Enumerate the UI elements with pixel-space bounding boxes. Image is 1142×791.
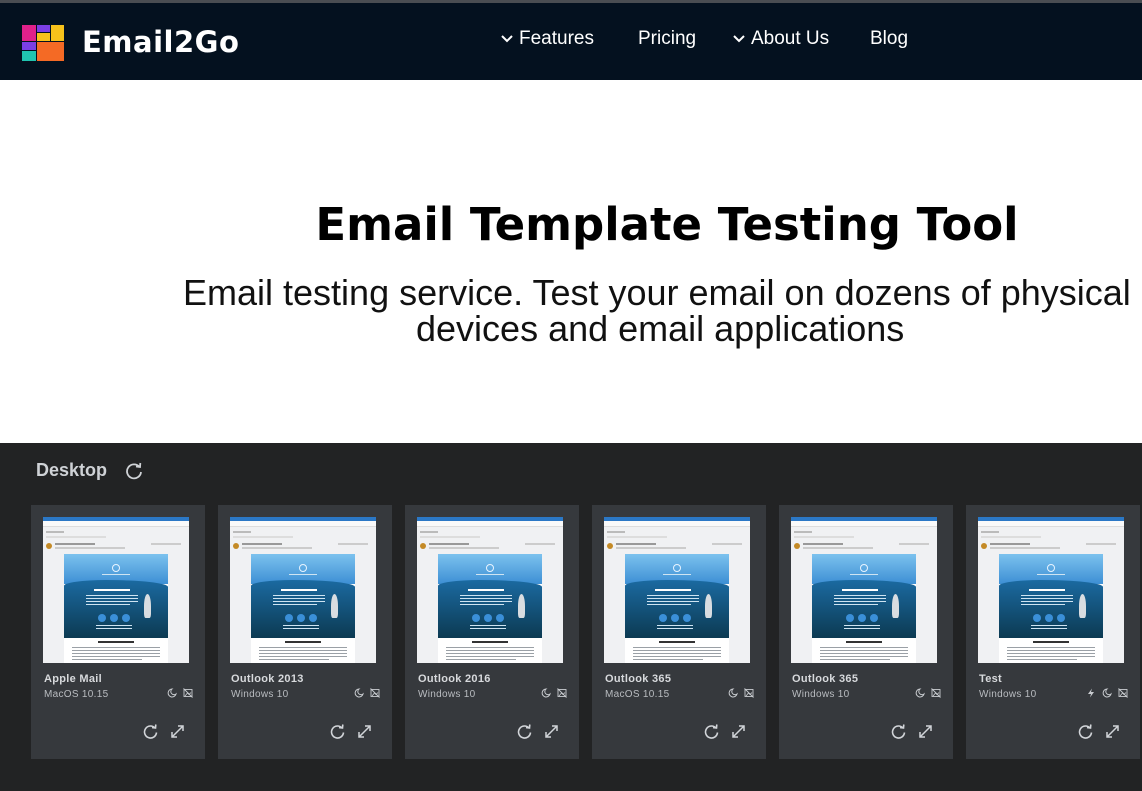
client-name: Outlook 365	[605, 673, 672, 685]
chevron-down-icon	[501, 35, 513, 43]
hero-subtitle: Email testing service. Test your email o…	[183, 275, 1142, 347]
email-preview-thumbnail[interactable]	[417, 517, 563, 663]
refresh-icon[interactable]	[142, 723, 159, 740]
expand-icon[interactable]	[1104, 723, 1121, 740]
no-image-icon	[744, 688, 754, 698]
no-image-icon	[1118, 688, 1128, 698]
panel-header: Desktop	[36, 460, 144, 481]
expand-icon[interactable]	[543, 723, 560, 740]
nav-features[interactable]: Features	[501, 28, 594, 50]
client-name: Test	[979, 673, 1003, 685]
email-preview-thumbnail[interactable]	[978, 517, 1124, 663]
client-card: Test Windows 10	[966, 505, 1140, 759]
client-feature-icons	[915, 688, 941, 698]
client-feature-icons	[1086, 688, 1128, 698]
expand-icon[interactable]	[917, 723, 934, 740]
refresh-icon[interactable]	[329, 723, 346, 740]
client-card: Outlook 2013 Windows 10	[218, 505, 392, 759]
client-os: Windows 10	[792, 689, 850, 700]
client-os: Windows 10	[418, 689, 476, 700]
nav-pricing[interactable]: Pricing	[638, 28, 696, 50]
client-os: MacOS 10.15	[44, 689, 109, 700]
hero-subtitle-line-1: Email testing service. Test your email o…	[183, 272, 1131, 313]
moon-icon	[167, 688, 177, 698]
refresh-icon[interactable]	[890, 723, 907, 740]
top-navbar: Email2Go Features Pricing About Us Blog	[0, 3, 1142, 80]
client-card: Outlook 365 MacOS 10.15	[592, 505, 766, 759]
moon-icon	[915, 688, 925, 698]
nav-features-label: Features	[519, 28, 594, 49]
email-preview-thumbnail[interactable]	[791, 517, 937, 663]
moon-icon	[541, 688, 551, 698]
lightning-icon	[1086, 688, 1096, 698]
expand-icon[interactable]	[169, 723, 186, 740]
moon-icon	[354, 688, 364, 698]
client-name: Outlook 2016	[418, 673, 491, 685]
client-card: Outlook 365 Windows 10	[779, 505, 953, 759]
client-card: Apple Mail MacOS 10.15	[31, 505, 205, 759]
nav-blog[interactable]: Blog	[870, 28, 908, 50]
nav-pricing-label: Pricing	[638, 28, 697, 49]
client-feature-icons	[167, 688, 193, 698]
client-name: Outlook 365	[792, 673, 859, 685]
desktop-preview-panel: Desktop Apple Mail MacOS 10.15 Outlook 201…	[0, 443, 1142, 791]
client-feature-icons	[728, 688, 754, 698]
nav-about-us[interactable]: About Us	[733, 28, 829, 50]
client-feature-icons	[354, 688, 380, 698]
client-name: Apple Mail	[44, 673, 103, 685]
expand-icon[interactable]	[356, 723, 373, 740]
no-image-icon	[557, 688, 567, 698]
brand-name[interactable]: Email2Go	[82, 25, 239, 59]
client-os: Windows 10	[979, 689, 1037, 700]
email-preview-thumbnail[interactable]	[230, 517, 376, 663]
refresh-icon[interactable]	[516, 723, 533, 740]
email-preview-thumbnail[interactable]	[604, 517, 750, 663]
expand-icon[interactable]	[730, 723, 747, 740]
nav-blog-label: Blog	[870, 28, 909, 49]
hero-subtitle-line-2: devices and email applications	[416, 308, 905, 349]
email-preview-thumbnail[interactable]	[43, 517, 189, 663]
client-os: MacOS 10.15	[605, 689, 670, 700]
page-title: Email Template Testing Tool	[315, 198, 1019, 251]
client-os: Windows 10	[231, 689, 289, 700]
client-card: Outlook 2016 Windows 10	[405, 505, 579, 759]
refresh-icon[interactable]	[124, 461, 144, 481]
email2go-logo-icon[interactable]	[22, 25, 64, 61]
refresh-icon[interactable]	[703, 723, 720, 740]
refresh-icon[interactable]	[1077, 723, 1094, 740]
chevron-down-icon	[733, 35, 745, 43]
no-image-icon	[370, 688, 380, 698]
moon-icon	[1102, 688, 1112, 698]
client-name: Outlook 2013	[231, 673, 304, 685]
moon-icon	[728, 688, 738, 698]
section-title: Desktop	[36, 460, 108, 480]
no-image-icon	[183, 688, 193, 698]
client-feature-icons	[541, 688, 567, 698]
no-image-icon	[931, 688, 941, 698]
nav-about-us-label: About Us	[751, 28, 830, 49]
